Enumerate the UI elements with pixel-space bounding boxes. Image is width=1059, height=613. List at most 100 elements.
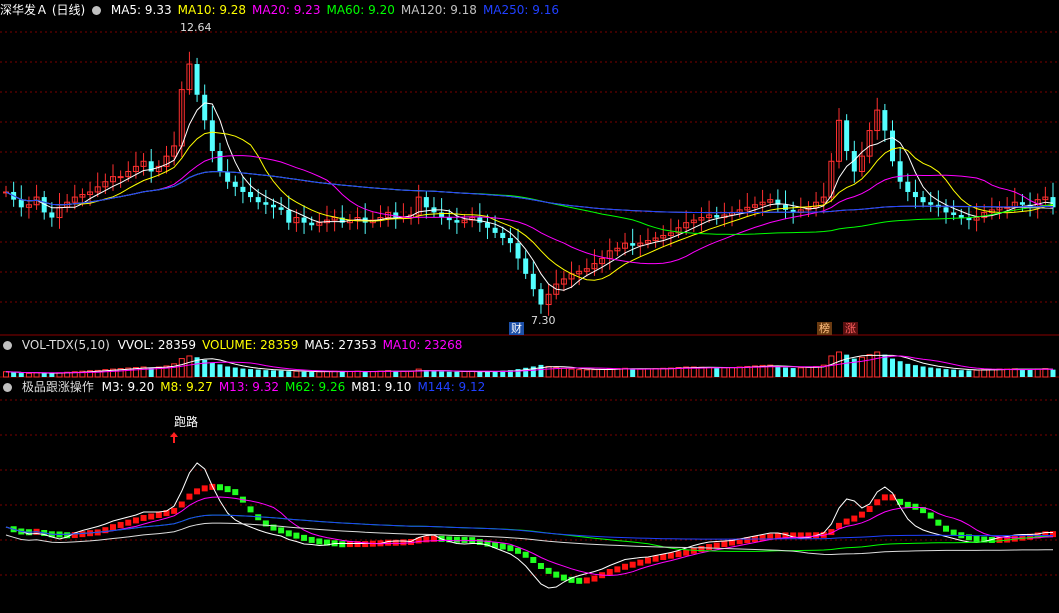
candle-body <box>492 227 498 233</box>
volume-bar <box>805 366 812 378</box>
volume-bar <box>263 370 269 377</box>
tag-cai[interactable]: 财 <box>509 322 524 335</box>
volume-bar <box>400 370 407 378</box>
candle-body <box>117 176 124 179</box>
volume-bar <box>599 368 606 378</box>
volume-bar <box>583 369 590 378</box>
volume-bar <box>217 364 223 377</box>
volume-bar <box>797 367 804 378</box>
volume-bar <box>408 370 415 378</box>
signal-block <box>140 515 147 521</box>
signal-block <box>576 577 583 584</box>
candle-body <box>248 191 254 198</box>
volume-bar <box>439 371 445 377</box>
volume-bar <box>369 370 376 378</box>
signal-block <box>706 544 713 551</box>
signal-block <box>155 512 162 518</box>
candle-body <box>209 120 215 152</box>
candle-body <box>393 212 399 218</box>
candle-body <box>958 214 964 218</box>
candle-body <box>217 151 223 172</box>
volume-bar <box>225 366 231 377</box>
signal-block <box>178 501 185 508</box>
volume-bar <box>928 367 934 377</box>
volume-bar <box>393 371 399 377</box>
signal-block <box>385 539 392 546</box>
volume-bar <box>560 367 567 378</box>
candle-body <box>714 214 720 218</box>
volume-bar <box>323 370 330 378</box>
signal-block <box>285 530 292 537</box>
volume-bar <box>11 372 17 377</box>
volume-bar <box>568 368 575 378</box>
signal-block <box>362 541 369 548</box>
candle-body <box>309 222 315 226</box>
candle-body <box>507 238 513 244</box>
volume-bar <box>973 369 980 378</box>
candle-body <box>194 64 200 95</box>
candle-body <box>515 243 521 259</box>
ma5-line <box>5 102 1054 291</box>
signal-block <box>301 534 308 541</box>
signal-label: 跑路 <box>174 415 199 429</box>
volume-bar <box>866 354 873 378</box>
volume-bar <box>1004 368 1011 378</box>
volume-bar <box>339 371 345 377</box>
candle-body <box>1019 202 1025 205</box>
volume-bar <box>469 370 476 378</box>
signal-block <box>904 501 911 508</box>
volume-bar <box>729 367 736 378</box>
volume-bar <box>477 371 483 377</box>
volume-bar <box>49 373 55 377</box>
volume-bar <box>240 368 246 377</box>
candle-body <box>844 120 850 152</box>
volume-bar <box>958 370 964 377</box>
candle-body <box>18 199 24 208</box>
volume-bar <box>630 369 636 377</box>
signal-block <box>278 527 285 534</box>
ma60-line <box>5 171 1054 235</box>
volume-bar <box>1027 369 1033 377</box>
volume-bar <box>828 355 835 378</box>
volume-bar <box>1034 368 1041 378</box>
volume-bar <box>1019 369 1025 377</box>
candle-body <box>263 202 269 205</box>
candle-body <box>446 217 452 221</box>
ma20-line <box>5 155 1054 265</box>
signal-block <box>232 489 239 496</box>
volume-bar <box>882 354 888 377</box>
volume-bar <box>209 362 215 377</box>
tag-bang[interactable]: 榜 <box>817 322 832 335</box>
volume-bar <box>484 371 490 377</box>
volume-bar <box>538 364 544 377</box>
signal-block <box>499 543 506 550</box>
signal-block <box>339 541 346 548</box>
volume-bar <box>851 358 857 377</box>
signal-block <box>247 506 254 513</box>
volume-bar <box>775 366 781 377</box>
volume-bar <box>698 366 705 378</box>
volume-bar <box>591 369 598 378</box>
candle-body <box>255 197 261 203</box>
signal-block <box>866 506 873 512</box>
signal-block <box>858 511 865 518</box>
kline-chart[interactable] <box>0 0 1059 613</box>
signal-block <box>453 536 460 543</box>
volume-bar <box>988 368 995 378</box>
signal-block <box>293 532 300 539</box>
signal-block <box>216 484 223 491</box>
signal-block <box>667 552 674 559</box>
volume-bar <box>905 363 911 377</box>
signal-block <box>652 555 659 562</box>
volume-bar <box>492 371 498 377</box>
tag-zhang[interactable]: 涨 <box>843 322 858 335</box>
candle-body <box>232 181 238 187</box>
candle-body <box>897 161 903 182</box>
volume-bar <box>935 368 941 377</box>
signal-block <box>224 486 231 493</box>
volume-bar <box>637 368 644 378</box>
signal-block <box>851 515 858 522</box>
volume-bar <box>736 366 743 378</box>
candle-body <box>49 212 55 218</box>
signal-block <box>117 521 124 528</box>
